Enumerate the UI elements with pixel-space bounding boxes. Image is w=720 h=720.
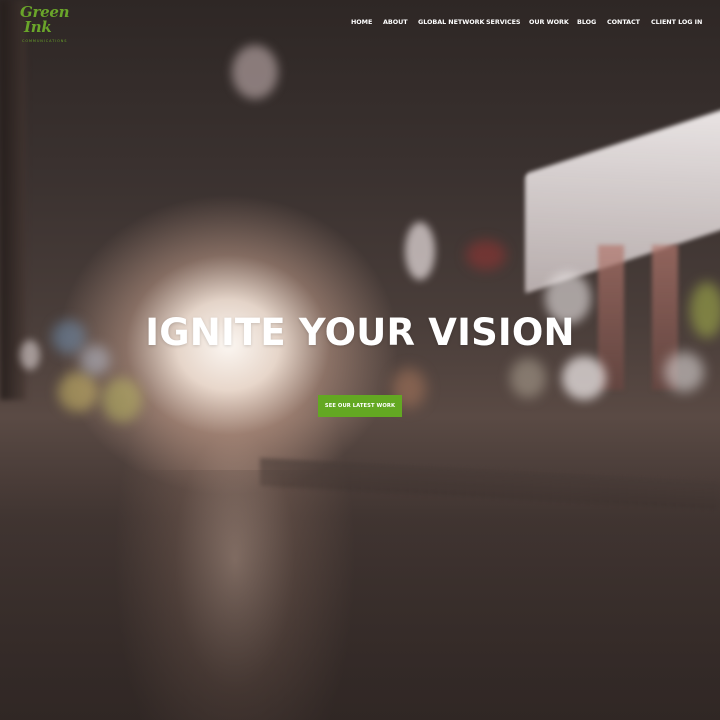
bokeh-light: [562, 356, 606, 400]
bokeh-light: [232, 45, 278, 99]
bokeh-light: [664, 352, 704, 392]
logo-word-ink: Ink: [24, 18, 52, 36]
bokeh-light: [510, 358, 546, 398]
hero-background: [0, 0, 720, 720]
logo-tagline: COMMUNICATIONS: [22, 39, 68, 43]
bokeh-light: [405, 222, 435, 280]
nav-our-work[interactable]: OUR WORK: [529, 17, 569, 27]
bokeh-light: [58, 372, 98, 412]
bokeh-light: [102, 378, 142, 422]
bokeh-light: [466, 240, 506, 270]
background-street: [0, 470, 720, 720]
nav-about[interactable]: ABOUT: [383, 17, 408, 27]
green-ink-logo[interactable]: Green Ink COMMUNICATIONS: [20, 3, 76, 44]
nav-client-log-in[interactable]: CLIENT LOG IN: [651, 17, 702, 27]
hero-headline: IGNITE YOUR VISION: [145, 311, 575, 354]
see-latest-work-button[interactable]: SEE OUR LATEST WORK: [318, 395, 402, 417]
nav-home[interactable]: HOME: [351, 17, 372, 27]
nav-contact[interactable]: CONTACT: [607, 17, 640, 27]
site-header: Green Ink COMMUNICATIONS HOME ABOUT GLOB…: [0, 0, 720, 50]
nav-global-network[interactable]: GLOBAL NETWORK: [418, 17, 484, 27]
nav-services[interactable]: SERVICES: [486, 17, 521, 27]
nav-blog[interactable]: BLOG: [577, 17, 596, 27]
